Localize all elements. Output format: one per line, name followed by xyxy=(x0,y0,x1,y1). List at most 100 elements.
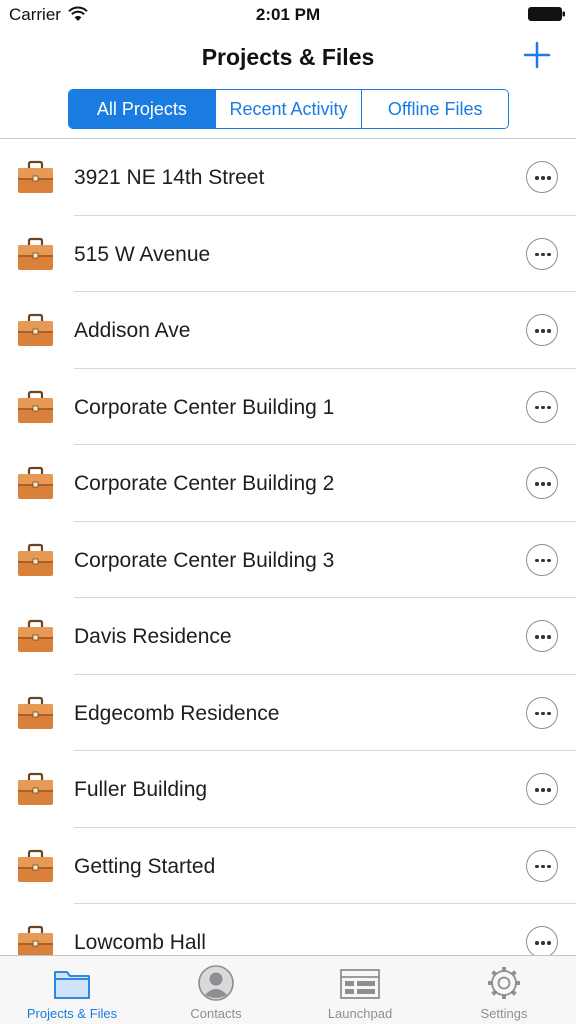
briefcase-icon xyxy=(18,160,53,193)
more-dot xyxy=(541,788,545,792)
more-dot xyxy=(541,558,545,562)
tab-label: Settings xyxy=(480,1006,528,1021)
project-list: 3921 NE 14th Street 515 W Avenue Addison A… xyxy=(0,139,576,955)
project-name: Corporate Center Building 3 xyxy=(74,548,335,572)
project-name: 515 W Avenue xyxy=(74,242,211,266)
more-options-button[interactable] xyxy=(526,773,558,805)
project-row[interactable]: Corporate Center Building 1 xyxy=(0,369,576,446)
more-dot xyxy=(541,711,545,715)
more-dot xyxy=(547,635,551,639)
more-dot xyxy=(541,329,545,333)
plus-icon xyxy=(523,41,551,69)
more-options-button[interactable] xyxy=(526,543,558,576)
more-dot xyxy=(547,941,551,945)
project-row[interactable]: Corporate Center Building 2 xyxy=(0,445,576,522)
launchpad-icon xyxy=(340,969,380,999)
status-bar: Carrier 2:01 PM xyxy=(0,0,576,30)
more-dot xyxy=(547,558,551,562)
more-options-button[interactable] xyxy=(526,849,558,882)
more-dot xyxy=(547,788,551,792)
briefcase-icon xyxy=(18,543,53,576)
project-row[interactable]: Corporate Center Building 3 xyxy=(0,522,576,599)
briefcase-icon xyxy=(18,619,53,652)
tab-settings[interactable]: Settings xyxy=(432,956,576,1024)
project-name: Addison Ave xyxy=(74,319,191,342)
more-dot xyxy=(547,864,551,868)
add-button[interactable] xyxy=(522,40,552,70)
more-dot xyxy=(535,252,539,256)
briefcase-icon xyxy=(18,925,53,955)
more-dot xyxy=(535,176,539,180)
more-dot xyxy=(541,941,545,945)
more-dot xyxy=(547,252,551,256)
project-row[interactable]: Lowcomb Hall xyxy=(0,904,576,955)
more-options-button[interactable] xyxy=(526,696,558,729)
segment-offline-files[interactable]: Offline Files xyxy=(361,90,508,128)
more-options-button[interactable] xyxy=(526,314,558,346)
project-row[interactable]: Davis Residence xyxy=(0,598,576,675)
project-name: Getting Started xyxy=(74,854,216,878)
more-dot xyxy=(541,635,545,639)
tab-label: Contacts xyxy=(190,1006,242,1021)
contact-icon xyxy=(198,965,234,1001)
more-dot xyxy=(547,405,551,409)
folder-icon xyxy=(54,971,90,999)
project-name: Davis Residence xyxy=(74,625,232,648)
more-dot xyxy=(535,482,539,486)
briefcase-icon xyxy=(18,772,53,805)
tab-label: Projects & Files xyxy=(26,1006,118,1021)
more-dot xyxy=(535,329,539,333)
project-name: 3921 NE 14th Street xyxy=(74,166,265,189)
project-row[interactable]: Edgecomb Residence xyxy=(0,675,576,752)
project-row[interactable]: Getting Started xyxy=(0,828,576,905)
project-name: Corporate Center Building 1 xyxy=(74,395,335,419)
more-dot xyxy=(535,864,539,868)
segment-recent-activity[interactable]: Recent Activity xyxy=(214,90,362,128)
tab-launchpad[interactable]: Launchpad xyxy=(288,956,432,1024)
segment-all-projects[interactable]: All Projects xyxy=(69,90,215,128)
briefcase-icon xyxy=(18,849,53,882)
more-dot xyxy=(541,252,545,256)
more-options-button[interactable] xyxy=(526,926,558,955)
page-title: Projects & Files xyxy=(201,44,375,70)
more-dot xyxy=(541,482,545,486)
project-row[interactable]: Addison Ave xyxy=(0,292,576,369)
gear-icon xyxy=(488,967,520,999)
project-name: Lowcomb Hall xyxy=(74,931,206,954)
project-row[interactable]: 3921 NE 14th Street xyxy=(0,139,576,216)
more-options-button[interactable] xyxy=(526,390,558,423)
more-dot xyxy=(541,864,545,868)
more-options-button[interactable] xyxy=(526,620,558,652)
more-dot xyxy=(535,635,539,639)
briefcase-icon xyxy=(18,696,53,729)
more-dot xyxy=(535,941,539,945)
more-dot xyxy=(547,482,551,486)
status-time: 2:01 PM xyxy=(255,5,321,24)
more-dot xyxy=(535,405,539,409)
more-options-button[interactable] xyxy=(526,467,558,499)
project-row[interactable]: Fuller Building xyxy=(0,751,576,828)
more-dot xyxy=(547,176,551,180)
segmented-control: All Projects Recent Activity Offline Fil… xyxy=(68,89,509,129)
more-dot xyxy=(541,176,545,180)
tab-contacts[interactable]: Contacts xyxy=(144,956,288,1024)
tab-projects-files[interactable]: Projects & Files xyxy=(0,956,144,1024)
project-name: Corporate Center Building 2 xyxy=(74,472,335,495)
more-options-button[interactable] xyxy=(526,237,558,270)
more-dot xyxy=(535,711,539,715)
more-dot xyxy=(535,788,539,792)
more-options-button[interactable] xyxy=(526,161,558,193)
briefcase-icon xyxy=(18,466,53,499)
project-name: Edgecomb Residence xyxy=(74,701,280,725)
more-dot xyxy=(547,329,551,333)
more-dot xyxy=(541,405,545,409)
battery-icon xyxy=(528,7,565,21)
briefcase-icon xyxy=(18,313,53,346)
briefcase-icon xyxy=(18,390,53,423)
more-dot xyxy=(535,558,539,562)
project-name: Fuller Building xyxy=(74,778,208,801)
more-dot xyxy=(547,711,551,715)
briefcase-icon xyxy=(18,237,53,270)
project-row[interactable]: 515 W Avenue xyxy=(0,216,576,293)
tab-label: Launchpad xyxy=(327,1006,393,1021)
